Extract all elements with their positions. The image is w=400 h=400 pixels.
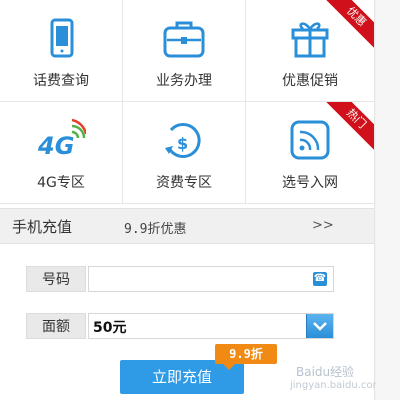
4g-signal-icon: 4G <box>37 118 86 160</box>
watermark-url: jingyan.baidu.com <box>290 380 383 391</box>
grid-item-business[interactable]: 业务办理 <box>123 0 246 102</box>
phone-input[interactable] <box>89 267 333 291</box>
watermark: Baidu经验 jingyan.baidu.com <box>288 360 382 396</box>
tariff-refresh-icon: $ <box>165 122 201 158</box>
grid-item-label: 选号入网 <box>282 175 338 191</box>
amount-select[interactable]: 50元 <box>88 313 334 339</box>
page-background-strip <box>376 0 400 400</box>
wifi-card-icon <box>290 120 330 160</box>
grid-item-bill-inquiry[interactable]: 话费查询 <box>0 0 123 102</box>
svg-text:$: $ <box>177 134 188 153</box>
grid-item-4g-zone[interactable]: 4G 4G专区 <box>0 102 123 204</box>
phone-label: 号码 <box>26 266 86 292</box>
phone-bill-icon <box>50 18 74 58</box>
service-grid: 话费查询 业务办理 优惠 优惠促销 4G 4G专区 $ 资费专区 热门 选号入网 <box>0 0 374 206</box>
recharge-more-link[interactable]: >> <box>312 218 334 233</box>
grid-item-number-selection[interactable]: 热门 选号入网 <box>246 102 374 204</box>
service-panel: 话费查询 业务办理 优惠 优惠促销 4G 4G专区 $ 资费专区 热门 选号入网… <box>0 0 382 400</box>
grid-item-tariff-zone[interactable]: $ 资费专区 <box>123 102 246 204</box>
grid-item-label: 4G专区 <box>37 175 85 191</box>
amount-selected-value: 50元 <box>93 320 127 336</box>
contact-book-icon[interactable]: ☎ <box>313 272 327 286</box>
phone-field: ☎ <box>88 266 334 292</box>
gift-icon <box>291 22 329 58</box>
chevron-down-icon[interactable] <box>306 314 333 338</box>
amount-label: 面额 <box>26 313 86 339</box>
recharge-header: 手机充值 9.9折优惠 >> <box>0 208 374 244</box>
grid-item-label: 资费专区 <box>156 175 212 191</box>
svg-text:4G: 4G <box>37 132 74 160</box>
briefcase-icon <box>163 21 205 58</box>
grid-item-label: 业务办理 <box>156 73 212 89</box>
discount-badge: 9.9折 <box>215 344 277 370</box>
watermark-text: Baidu经验 <box>296 365 355 379</box>
recharge-promo-text: 9.9折优惠 <box>124 222 187 237</box>
recharge-title: 手机充值 <box>12 218 73 236</box>
grid-item-label: 话费查询 <box>33 73 89 89</box>
grid-item-label: 优惠促销 <box>282 73 338 89</box>
grid-item-promotions[interactable]: 优惠 优惠促销 <box>246 0 374 102</box>
